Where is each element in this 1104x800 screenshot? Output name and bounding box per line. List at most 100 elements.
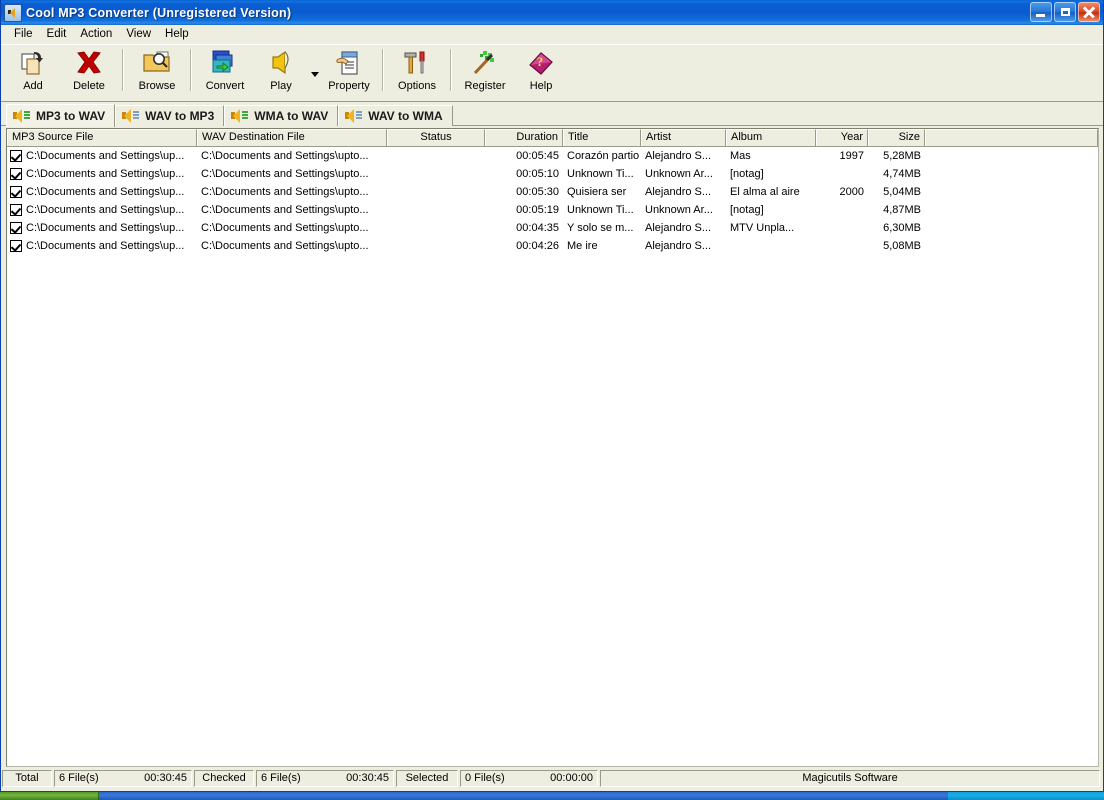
cell-title: Corazón partio — [567, 150, 640, 162]
delete-button[interactable]: Delete — [61, 45, 117, 97]
cell-year — [816, 219, 868, 237]
cell-status — [387, 219, 485, 237]
cell-size: 5,28MB — [883, 150, 921, 162]
row-checkbox[interactable] — [10, 186, 22, 198]
help-button[interactable]: ? Help — [513, 45, 569, 97]
tab-wma-to-wav[interactable]: WMA to WAV — [224, 105, 339, 126]
start-button[interactable] — [0, 792, 99, 800]
cell-source[interactable]: C:\Documents and Settings\up... — [7, 165, 197, 183]
cell-year — [816, 165, 868, 183]
column-header-artist[interactable]: Artist — [641, 129, 726, 146]
row-checkbox[interactable] — [10, 150, 22, 162]
cell-status — [387, 147, 485, 165]
table-row[interactable]: C:\Documents and Settings\up... C:\Docum… — [7, 237, 1098, 255]
cell-status — [387, 237, 485, 255]
table-row[interactable]: C:\Documents and Settings\up... C:\Docum… — [7, 183, 1098, 201]
toolbar-separator — [190, 49, 192, 91]
cell-artist: Alejandro S... — [645, 222, 712, 234]
cell-destination: C:\Documents and Settings\upto... — [201, 168, 369, 180]
menu-item-view[interactable]: View — [119, 26, 158, 43]
minimize-button[interactable] — [1030, 2, 1052, 22]
status-selected-label: Selected — [396, 770, 458, 787]
column-header-status[interactable]: Status — [387, 129, 485, 146]
add-button[interactable]: Add — [5, 45, 61, 97]
speaker-yellow-icon — [122, 109, 140, 123]
column-header-row: MP3 Source File WAV Destination File Sta… — [7, 129, 1098, 147]
menu-item-file[interactable]: File — [7, 26, 40, 43]
table-row[interactable]: C:\Documents and Settings\up... C:\Docum… — [7, 219, 1098, 237]
status-selected-time: 00:00:00 — [550, 772, 593, 784]
help-button-label: Help — [529, 80, 553, 92]
tab-mp3-to-wav[interactable]: MP3 to WAV — [6, 104, 116, 127]
row-checkbox[interactable] — [10, 222, 22, 234]
cell-album: El alma al aire — [730, 186, 800, 198]
menu-item-action[interactable]: Action — [73, 26, 119, 43]
cell-album: [notag] — [730, 168, 764, 180]
cell-source[interactable]: C:\Documents and Settings\up... — [7, 201, 197, 219]
cell-source[interactable]: C:\Documents and Settings\up... — [7, 147, 197, 165]
toolbar-separator — [382, 49, 384, 91]
menu-item-help[interactable]: Help — [158, 26, 196, 43]
play-button[interactable]: Play — [253, 45, 309, 97]
hammer-screwdriver-icon — [401, 48, 433, 78]
cell-artist: Alejandro S... — [645, 150, 712, 162]
speaker-icon — [4, 3, 22, 22]
browse-button-label: Browse — [138, 80, 176, 92]
cell-source[interactable]: C:\Documents and Settings\up... — [7, 219, 197, 237]
table-row[interactable]: C:\Documents and Settings\up... C:\Docum… — [7, 147, 1098, 165]
cell-source[interactable]: C:\Documents and Settings\up... — [7, 183, 197, 201]
convert-button-label: Convert — [205, 80, 245, 92]
close-button[interactable] — [1078, 2, 1100, 22]
taskbar-items[interactable] — [99, 792, 948, 800]
table-row[interactable]: C:\Documents and Settings\up... C:\Docum… — [7, 201, 1098, 219]
status-selected-files: 0 File(s) — [465, 772, 505, 784]
system-tray[interactable] — [948, 792, 1104, 800]
tab-wav-to-mp3[interactable]: WAV to MP3 — [115, 105, 225, 126]
status-total-files: 6 File(s) — [59, 772, 99, 784]
application-window: Cool MP3 Converter (Unregistered Version… — [0, 0, 1104, 792]
cell-title: Y solo se m... — [567, 222, 634, 234]
add-file-icon — [17, 48, 49, 78]
column-header-size[interactable]: Size — [868, 129, 925, 146]
column-header-album[interactable]: Album — [726, 129, 816, 146]
tab-label: MP3 to WAV — [36, 109, 106, 123]
svg-text:?: ? — [537, 54, 544, 69]
column-header-blank[interactable] — [925, 129, 1098, 146]
menu-item-edit[interactable]: Edit — [40, 26, 74, 43]
tab-strip: MP3 to WAV WAV to MP3 WMA to WAV WAV to … — [1, 102, 1103, 127]
cell-source-text: C:\Documents and Settings\up... — [26, 150, 185, 162]
column-header-destination[interactable]: WAV Destination File — [197, 129, 387, 146]
window-title: Cool MP3 Converter (Unregistered Version… — [26, 5, 292, 20]
convert-button[interactable]: Convert — [197, 45, 253, 97]
cell-status — [387, 165, 485, 183]
tab-wav-to-wma[interactable]: WAV to WMA — [338, 105, 453, 126]
status-bar: Total 6 File(s) 00:30:45 Checked 6 File(… — [2, 770, 1102, 789]
row-checkbox[interactable] — [10, 204, 22, 216]
maximize-button[interactable] — [1054, 2, 1076, 22]
cell-duration: 00:05:45 — [516, 150, 559, 162]
cell-title: Quisiera ser — [567, 186, 627, 198]
property-button[interactable]: Property — [321, 45, 377, 97]
cell-size: 4,87MB — [883, 204, 921, 216]
register-button-label: Register — [464, 80, 506, 92]
cell-artist: Alejandro S... — [645, 186, 712, 198]
property-button-label: Property — [328, 80, 370, 92]
play-dropdown-arrow[interactable] — [309, 45, 321, 97]
browse-button[interactable]: Browse — [129, 45, 185, 97]
column-header-duration[interactable]: Duration — [485, 129, 563, 146]
table-row[interactable]: C:\Documents and Settings\up... C:\Docum… — [7, 165, 1098, 183]
cell-artist: Alejandro S... — [645, 240, 712, 252]
row-checkbox[interactable] — [10, 240, 22, 252]
column-header-year[interactable]: Year — [816, 129, 868, 146]
status-vendor: Magicutils Software — [600, 770, 1100, 787]
register-button[interactable]: Register — [457, 45, 513, 97]
speaker-yellow-icon — [345, 109, 363, 123]
options-button[interactable]: Options — [389, 45, 445, 97]
cell-source[interactable]: C:\Documents and Settings\up... — [7, 237, 197, 255]
status-checked-time: 00:30:45 — [346, 772, 389, 784]
cell-duration: 00:04:26 — [516, 240, 559, 252]
column-header-source[interactable]: MP3 Source File — [7, 129, 197, 146]
column-header-title[interactable]: Title — [563, 129, 641, 146]
title-bar[interactable]: Cool MP3 Converter (Unregistered Version… — [1, 0, 1103, 25]
row-checkbox[interactable] — [10, 168, 22, 180]
